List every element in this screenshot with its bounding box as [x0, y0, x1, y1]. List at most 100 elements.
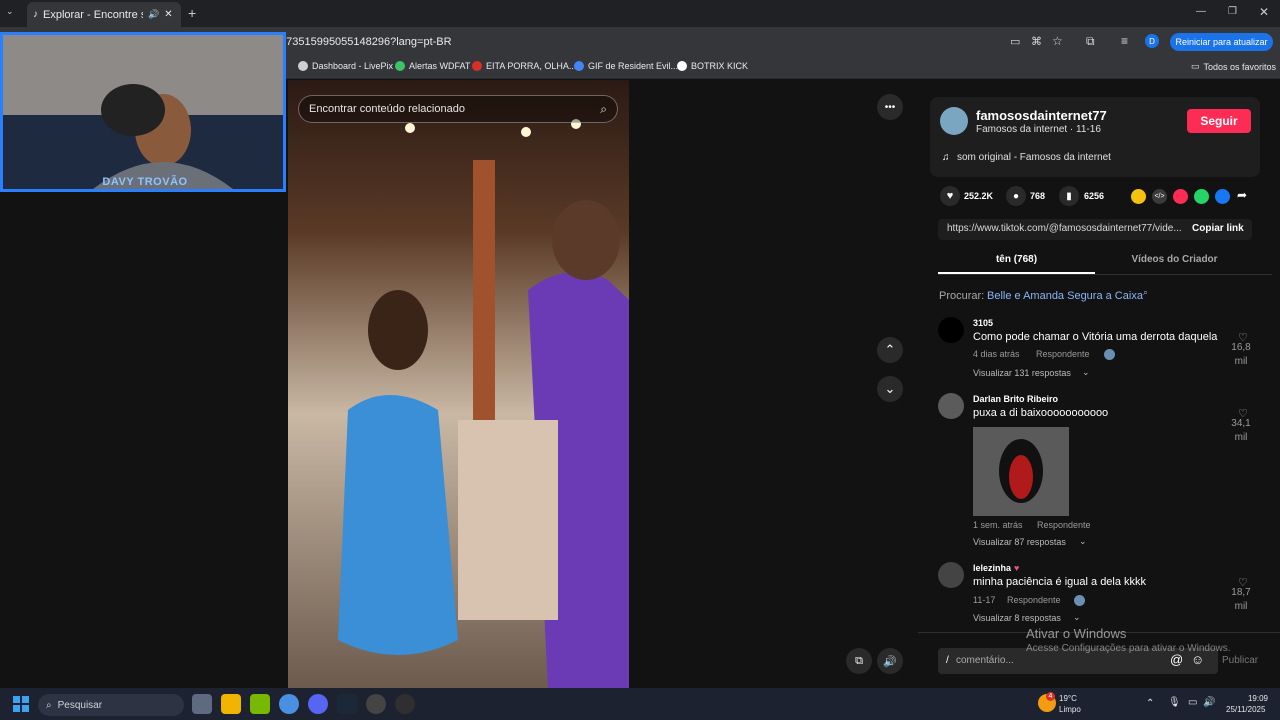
previous-video-button[interactable]: ⌃	[877, 337, 903, 363]
view-replies[interactable]: Visualizar 87 respostas	[973, 537, 1066, 547]
volume-tray-icon[interactable]: 🔊	[1203, 697, 1215, 708]
comment-avatar[interactable]	[938, 393, 964, 419]
weather-desc: Limpo	[1059, 705, 1081, 714]
repost-icon[interactable]	[1131, 189, 1146, 204]
view-replies[interactable]: Visualizar 8 respostas	[973, 613, 1061, 623]
task-view-icon[interactable]	[192, 694, 212, 714]
tab-creator-videos[interactable]: Vídeos do Criador	[1096, 254, 1253, 265]
reply-button[interactable]: Respondente	[1036, 349, 1090, 359]
cast-icon[interactable]: ▭	[1010, 35, 1020, 48]
bookmark-eita[interactable]: EITA PORRA, OLHA...	[472, 61, 576, 71]
close-window-icon[interactable]: ✕	[1259, 5, 1269, 19]
comment-avatar[interactable]	[938, 562, 964, 588]
copy-link-button[interactable]: Copiar link	[1192, 223, 1244, 234]
discord-icon[interactable]	[308, 694, 328, 714]
comment-avatar[interactable]	[938, 317, 964, 343]
tab-divider	[938, 274, 1272, 275]
star-icon[interactable]: ☆	[1052, 34, 1063, 48]
share-link-text[interactable]: https://www.tiktok.com/@famososdainterne…	[947, 223, 1182, 234]
comment-username[interactable]: 3105	[973, 318, 993, 328]
tiktok-icon: ♪	[33, 9, 38, 20]
media-player-icon[interactable]	[395, 694, 415, 714]
profile-avatar[interactable]: D	[1145, 34, 1159, 48]
embed-icon[interactable]: </>	[1152, 189, 1167, 204]
related-search-input[interactable]: Encontrar conteúdo relacionado ⌕	[298, 95, 618, 123]
chevron-up-icon[interactable]: ⌃	[1146, 698, 1154, 709]
minimize-icon[interactable]: —	[1196, 6, 1206, 17]
bookmark-label: Alertas WDFAT	[409, 61, 471, 71]
restart-update-button[interactable]: Reiniciar para atualizar	[1170, 33, 1273, 51]
video-player[interactable]	[288, 80, 629, 688]
bookmark-icon: ▮	[1066, 190, 1072, 202]
tab-search-icon[interactable]: ⌄	[6, 6, 20, 20]
mention-icon[interactable]: @	[1170, 652, 1183, 667]
whatsapp-icon[interactable]	[1194, 189, 1209, 204]
music-note-icon: ♫	[942, 152, 950, 163]
taskbar-search[interactable]: ⌕ Pesquisar	[38, 694, 184, 716]
address-bar[interactable]: 573515995055148296?lang=pt-BR	[280, 31, 1000, 53]
bookmark-gif[interactable]: GIF de Resident Evil...	[574, 61, 678, 71]
reading-list-icon[interactable]: ≡	[1121, 34, 1128, 48]
new-tab-button[interactable]: +	[188, 5, 196, 21]
youtube-icon	[472, 61, 482, 71]
botrix-icon	[677, 61, 687, 71]
reply-button[interactable]: Respondente	[1037, 520, 1091, 530]
comment-button[interactable]: ●	[1006, 186, 1026, 206]
creator-username[interactable]: famososdainternet77	[976, 108, 1107, 123]
pip-icon: ⧉	[855, 654, 863, 667]
extensions-icon[interactable]: ⧉	[1086, 34, 1095, 49]
search-icon[interactable]: ⌕	[600, 102, 607, 117]
speaker-icon[interactable]: 🔊	[148, 9, 159, 20]
publish-button[interactable]: Publicar	[1222, 655, 1258, 666]
weather-badge: 4	[1046, 692, 1055, 701]
microphone-icon[interactable]: 🎙	[1168, 697, 1181, 708]
obs-icon[interactable]	[366, 694, 386, 714]
floating-player-button[interactable]: ⧉	[846, 648, 872, 674]
bookmark-alertas[interactable]: Alertas WDFAT	[395, 61, 470, 71]
send-icon[interactable]	[1173, 189, 1188, 204]
comment-time: 1 sem. atrás	[973, 520, 1023, 530]
file-explorer-icon[interactable]	[221, 694, 241, 714]
search-placeholder: Encontrar conteúdo relacionado	[309, 103, 465, 115]
windows-start-icon[interactable]	[13, 696, 29, 712]
next-video-button[interactable]: ⌄	[877, 376, 903, 402]
all-favorites[interactable]: ▭ Todos os favoritos	[1191, 61, 1276, 72]
network-icon[interactable]: ▭	[1188, 697, 1197, 708]
folder-icon: ▭	[1191, 61, 1200, 71]
tab-comments[interactable]: tên (768)	[938, 254, 1095, 265]
like-count: 252.2K	[964, 191, 994, 201]
creator-avatar[interactable]	[940, 107, 968, 135]
save-button[interactable]: ▮	[1059, 186, 1079, 206]
share-arrow-icon[interactable]: ➦	[1237, 188, 1247, 202]
facebook-icon[interactable]	[1215, 189, 1230, 204]
sound-link[interactable]: som original - Famosos da internet	[957, 152, 1111, 163]
comment-text: puxa a di baixooooooooooo	[973, 407, 1109, 419]
clock-time[interactable]: 19:09	[1244, 694, 1268, 703]
view-replies[interactable]: Visualizar 131 respostas	[973, 368, 1071, 378]
close-tab-icon[interactable]: ✕	[164, 9, 172, 20]
procurar-query-link[interactable]: Belle e Amanda Segura a Caixa	[987, 290, 1143, 302]
video-frame	[338, 119, 629, 688]
bookmark-botrix[interactable]: BOTRIX KICK	[677, 61, 748, 71]
chevron-down-icon: ⌄	[884, 381, 896, 396]
translate-icon[interactable]: ⌘	[1031, 35, 1042, 48]
follow-button[interactable]: Seguir	[1187, 109, 1251, 133]
windows-activation-text: Acesse Configurações para ativar o Windo…	[1026, 643, 1231, 654]
restore-icon[interactable]: ❐	[1228, 6, 1237, 17]
comment-gif[interactable]	[973, 427, 1069, 516]
clock-date[interactable]: 25/11/2025	[1226, 705, 1265, 714]
chrome-icon[interactable]	[279, 694, 299, 714]
comment-username[interactable]: lelezinha	[973, 563, 1011, 573]
more-options-button[interactable]: •••	[877, 94, 903, 120]
comment-username[interactable]: Darlan Brito Ribeiro	[973, 394, 1058, 404]
steam-icon[interactable]	[337, 694, 357, 714]
comment-time: 11-17	[973, 595, 996, 605]
like-button[interactable]: ♥	[940, 186, 960, 206]
procurar-label: Procurar:	[939, 290, 985, 302]
tab-active[interactable]: ♪ Explorar - Encontre seus víd 🔊 ✕	[27, 2, 181, 27]
reply-button[interactable]: Respondente	[1007, 595, 1061, 605]
nvidia-icon[interactable]	[250, 694, 270, 714]
volume-button[interactable]: 🔊	[877, 648, 903, 674]
bookmark-dashboard[interactable]: Dashboard - LivePix	[298, 61, 393, 71]
emoji-icon[interactable]: ☺	[1191, 652, 1204, 667]
